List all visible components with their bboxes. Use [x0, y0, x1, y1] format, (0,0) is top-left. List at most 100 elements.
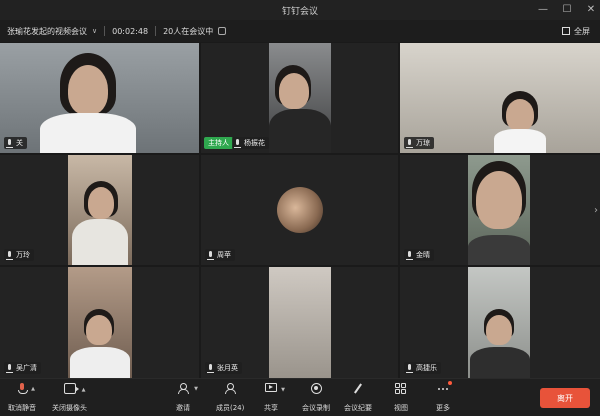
camera-label: 关闭摄像头: [52, 404, 87, 412]
pen-icon: [352, 383, 364, 394]
participant-face: [486, 315, 512, 345]
close-icon[interactable]: ✕: [586, 0, 596, 20]
maximize-icon[interactable]: ☐: [562, 0, 572, 20]
participant-face: [279, 73, 309, 109]
video-tile[interactable]: 金晴: [400, 155, 600, 265]
notification-dot: [448, 381, 452, 385]
participant-name: 周苹: [217, 251, 231, 259]
video-tile[interactable]: 关: [0, 43, 199, 153]
meeting-duration: 00:02:48: [112, 26, 149, 36]
members-button[interactable]: 成员(24): [216, 383, 244, 413]
share-button[interactable]: ▼ 共享: [264, 383, 285, 413]
participant-body: [468, 235, 530, 265]
participant-avatar: [277, 187, 323, 233]
camera-icon: ▲: [63, 383, 86, 394]
divider: [155, 26, 157, 36]
minutes-button[interactable]: 会议纪要: [344, 383, 372, 413]
record-label: 会议录制: [302, 404, 330, 412]
video-tile[interactable]: 周苹: [201, 155, 398, 265]
view-button[interactable]: 视图: [394, 383, 408, 413]
name-tag: 关: [4, 137, 27, 149]
window-controls: — ☐ ✕: [538, 0, 596, 20]
participant-name: 万琼: [416, 139, 430, 147]
name-tag: 万琼: [404, 137, 434, 149]
mic-icon: [6, 363, 13, 373]
participant-face: [476, 171, 522, 229]
signal-icon: [218, 27, 227, 35]
bottom-toolbar: ▲ 取消静音 ▲ 关闭摄像头 ▼ 邀请 成员(24) ▼ 共享 会议录制 会议纪…: [0, 378, 600, 416]
video-grid: 关 主持人 杨振花 万琼 万玲 周苹 金晴 吴广清 张月英 高捷乐 ›: [0, 43, 600, 378]
participant-face: [68, 65, 108, 115]
host-badge: 主持人: [204, 137, 233, 149]
invite-label: 邀请: [176, 404, 190, 412]
name-tag: 万玲: [4, 249, 34, 261]
record-icon: [310, 383, 322, 394]
leave-button[interactable]: 离开: [540, 388, 590, 408]
video-tile[interactable]: 万玲: [0, 155, 199, 265]
meeting-info-bar: 张瑜花发起的视频会议 ∨ 00:02:48 20人在会议中: [0, 20, 600, 42]
window-title: 钉钉会议: [281, 6, 318, 17]
mic-icon: [207, 250, 214, 260]
fullscreen-icon: [562, 27, 570, 35]
title-bar: 钉钉会议 — ☐ ✕: [0, 0, 600, 20]
video-tile[interactable]: 张月英: [201, 267, 398, 378]
camera-button[interactable]: ▲ 关闭摄像头: [52, 383, 87, 413]
video-feed: [269, 267, 331, 378]
name-tag: 周苹: [205, 249, 235, 261]
invite-button[interactable]: ▼ 邀请: [176, 383, 198, 413]
participant-name: 杨振花: [244, 139, 265, 147]
share-label: 共享: [264, 404, 278, 412]
record-button[interactable]: 会议录制: [302, 383, 330, 413]
fullscreen-label: 全屏: [574, 26, 590, 36]
mic-icon: [406, 138, 413, 148]
chevron-down-icon[interactable]: ∨: [92, 27, 97, 35]
more-icon: [437, 381, 452, 394]
divider: [104, 26, 106, 36]
participant-name: 高捷乐: [416, 364, 437, 372]
participant-face: [86, 315, 112, 345]
view-label: 视图: [394, 404, 408, 412]
mic-muted-icon: ▲: [16, 383, 35, 394]
video-tile[interactable]: 主持人 杨振花: [201, 43, 398, 153]
participant-name: 张月英: [217, 364, 238, 372]
video-tile[interactable]: 万琼: [400, 43, 600, 153]
mic-icon: [207, 363, 214, 373]
unmute-button[interactable]: ▲ 取消静音: [8, 383, 36, 413]
mic-icon: [6, 250, 13, 260]
members-label: 成员(24): [216, 404, 245, 412]
participant-face: [506, 99, 534, 131]
more-button[interactable]: 更多: [436, 381, 452, 413]
name-tag: 高捷乐: [404, 362, 441, 374]
participant-body: [72, 219, 128, 265]
name-tag: 金晴: [404, 249, 434, 261]
video-tile[interactable]: 高捷乐: [400, 267, 600, 378]
video-tile[interactable]: 吴广清: [0, 267, 199, 378]
participant-name: 金晴: [416, 251, 430, 259]
participant-body: [470, 347, 530, 378]
participant-face: [88, 187, 114, 219]
add-user-icon: ▼: [177, 383, 198, 394]
members-icon: [224, 383, 237, 394]
mic-icon: [406, 250, 413, 260]
mic-icon: [234, 138, 241, 148]
name-tag: 吴广清: [4, 362, 41, 374]
participant-name: 万玲: [16, 251, 30, 259]
participant-body: [269, 109, 331, 153]
participant-body: [40, 113, 136, 153]
name-tag: 杨振花: [232, 137, 269, 149]
participant-body: [70, 347, 130, 378]
grid-view-icon: [395, 383, 407, 394]
name-tag: 张月英: [205, 362, 242, 374]
more-label: 更多: [436, 404, 450, 412]
participant-name: 吴广清: [16, 364, 37, 372]
participant-name: 关: [16, 139, 23, 147]
mic-icon: [6, 138, 13, 148]
minimize-icon[interactable]: —: [538, 0, 548, 20]
participant-body: [494, 129, 546, 153]
next-page-arrow-icon[interactable]: ›: [594, 205, 598, 216]
mic-icon: [406, 363, 413, 373]
minutes-label: 会议纪要: [344, 404, 372, 412]
meeting-title[interactable]: 张瑜花发起的视频会议: [7, 26, 87, 37]
fullscreen-button[interactable]: 全屏: [562, 20, 590, 42]
unmute-label: 取消静音: [8, 404, 36, 412]
